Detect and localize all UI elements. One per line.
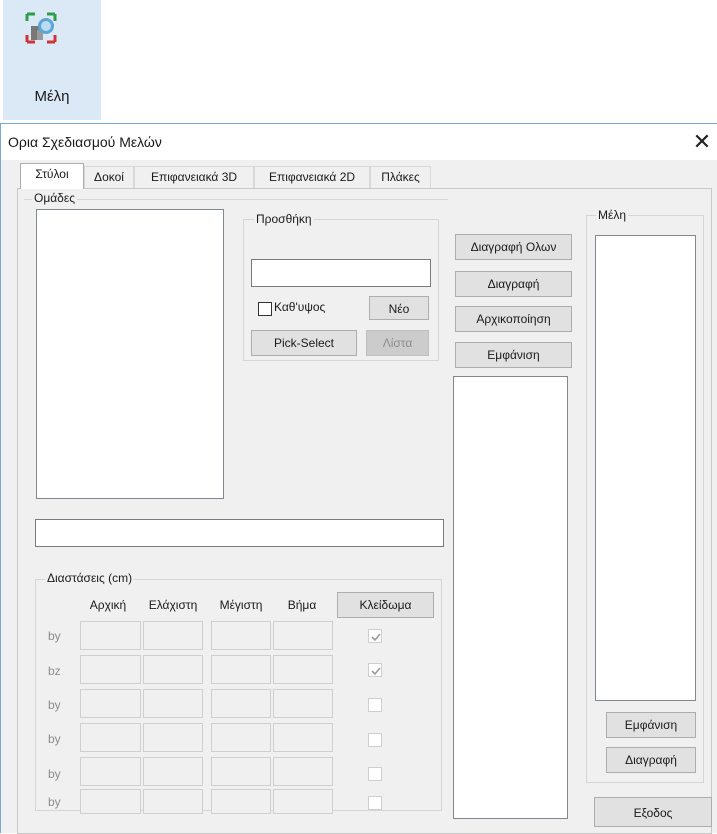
initial-field[interactable]: [80, 757, 141, 786]
max-field[interactable]: [211, 621, 271, 650]
delete-button[interactable]: Διαγραφή: [455, 271, 572, 297]
header-step: Βήμα: [287, 598, 317, 612]
tab-slabs[interactable]: Πλάκες: [370, 166, 431, 188]
min-field[interactable]: [143, 723, 203, 752]
new-button[interactable]: Νέο: [369, 296, 429, 320]
delete-all-button[interactable]: Διαγραφή Ολων: [455, 234, 572, 260]
max-field[interactable]: [211, 757, 271, 786]
initialize-button[interactable]: Αρχικοποίηση: [455, 306, 572, 332]
members-show-button[interactable]: Εμφάνιση: [606, 712, 696, 738]
step-field[interactable]: [273, 723, 333, 752]
lock-button[interactable]: Κλείδωμα: [337, 592, 434, 618]
member-limits-dialog: Ορια Σχεδιασμού Μελών ✕ Στύλοι Δοκοί Επι…: [0, 123, 717, 834]
max-field[interactable]: [211, 689, 271, 718]
add-label: Προσθήκη: [254, 212, 314, 226]
min-field[interactable]: [143, 655, 203, 684]
close-icon[interactable]: ✕: [687, 128, 717, 156]
row-label: by: [48, 795, 61, 809]
max-field[interactable]: [211, 723, 271, 752]
lock-checkbox[interactable]: [368, 663, 382, 677]
members-listbox[interactable]: [595, 235, 696, 701]
row-label: by: [48, 629, 61, 643]
tab-surfaces-3d[interactable]: Επιφανειακά 3D: [134, 166, 254, 188]
step-field[interactable]: [273, 689, 333, 718]
dialog-titlebar: Ορια Σχεδιασμού Μελών ✕: [1, 124, 717, 160]
lock-checkbox[interactable]: [368, 767, 382, 781]
initial-field[interactable]: [80, 723, 141, 752]
lock-checkbox[interactable]: [368, 698, 382, 712]
header-min: Ελάχιστη: [148, 598, 198, 612]
tab-panel-columns: Ομάδες Προσθήκη Καθ'υψος Νέο Pick-Select…: [17, 188, 712, 834]
row-label: by: [48, 698, 61, 712]
lock-checkbox[interactable]: [368, 733, 382, 747]
lock-checkbox[interactable]: [368, 796, 382, 810]
row-label: bz: [48, 664, 61, 678]
members-icon: [25, 12, 57, 44]
header-max: Μέγιστη: [219, 598, 263, 612]
min-field[interactable]: [143, 789, 203, 814]
members-delete-button[interactable]: Διαγραφή: [606, 747, 696, 773]
step-field[interactable]: [273, 757, 333, 786]
groups-listbox[interactable]: [36, 209, 224, 499]
step-field[interactable]: [273, 655, 333, 684]
tab-columns[interactable]: Στύλοι: [20, 163, 84, 189]
initial-field[interactable]: [80, 689, 141, 718]
groups-label: Ομάδες: [32, 191, 77, 205]
group-name-input[interactable]: [35, 519, 444, 547]
initial-field[interactable]: [80, 655, 141, 684]
row-label: by: [48, 767, 61, 781]
show-button[interactable]: Εμφάνιση: [455, 342, 572, 368]
initial-field[interactable]: [80, 789, 141, 814]
result-listbox[interactable]: [453, 376, 568, 819]
members-label: Μέλη: [596, 208, 629, 222]
min-field[interactable]: [143, 689, 203, 718]
list-button[interactable]: Λίστα: [366, 330, 429, 356]
exit-button[interactable]: Εξοδος: [594, 797, 712, 827]
add-input[interactable]: [251, 259, 431, 287]
step-field[interactable]: [273, 621, 333, 650]
step-field[interactable]: [273, 789, 333, 814]
min-field[interactable]: [143, 621, 203, 650]
max-field[interactable]: [211, 789, 271, 814]
members-ribbon-button[interactable]: Μέλη: [3, 0, 101, 120]
min-field[interactable]: [143, 757, 203, 786]
dimensions-label: Διαστάσεις (cm): [45, 571, 135, 585]
header-initial: Αρχική: [89, 598, 127, 612]
tab-surfaces-2d[interactable]: Επιφανειακά 2D: [254, 166, 370, 188]
by-height-label: Καθ'υψος: [274, 300, 326, 314]
max-field[interactable]: [211, 655, 271, 684]
members-ribbon-label: Μέλη: [34, 88, 70, 105]
by-height-checkbox[interactable]: [258, 302, 272, 316]
tab-beams[interactable]: Δοκοί: [84, 166, 134, 188]
initial-field[interactable]: [80, 621, 141, 650]
lock-checkbox[interactable]: [368, 629, 382, 643]
dialog-title: Ορια Σχεδιασμού Μελών: [8, 134, 162, 150]
row-label: by: [48, 732, 61, 746]
pick-select-button[interactable]: Pick-Select: [251, 330, 357, 356]
